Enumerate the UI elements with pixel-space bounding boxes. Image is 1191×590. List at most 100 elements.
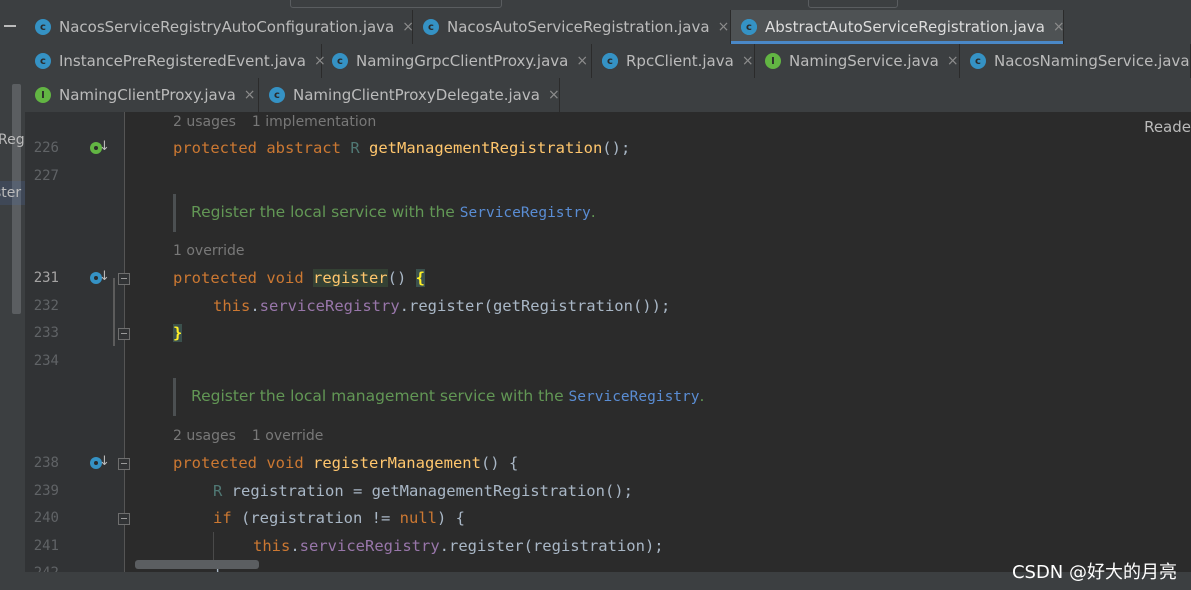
implementation-hint[interactable]: 1 implementation [252, 114, 376, 130]
code-line-239: 239 R registration = getManagementRegist… [25, 477, 1191, 505]
interface-icon: I [765, 53, 781, 69]
tab-label: NamingClientProxyDelegate.java [293, 86, 540, 104]
type-param: R [213, 482, 223, 500]
class-icon: c [332, 53, 348, 69]
doc-comment[interactable]: Register the local management service wi… [191, 385, 704, 408]
toolbar-combo[interactable] [290, 0, 502, 8]
overridden-method-gutter-icon[interactable]: ↓ [89, 269, 110, 287]
overridden-method-gutter-icon[interactable]: ↓ [89, 454, 110, 472]
tab-nacos-service-registry-auto-configuration[interactable]: c NacosServiceRegistryAutoConfiguration.… [25, 10, 414, 44]
arrow-down-icon: ↓ [99, 269, 110, 284]
type-param: R [350, 139, 360, 157]
class-icon: c [269, 87, 285, 103]
editor-tab-bar: c NacosServiceRegistryAutoConfiguration.… [25, 10, 1191, 112]
line-number: 226 [33, 140, 59, 156]
code-line-226: 226 ↓ protected abstract R getManagement… [25, 134, 1191, 162]
keyword: this [253, 537, 291, 555]
close-icon[interactable]: × [947, 53, 959, 69]
override-hint[interactable]: 1 override [173, 243, 244, 259]
minimize-icon[interactable] [4, 25, 16, 27]
indent-guide [213, 532, 214, 560]
code-text: R registration = getManagementRegistrati… [213, 477, 633, 505]
usages-hint[interactable]: 2 usages [173, 114, 236, 130]
tab-label: NamingClientProxy.java [59, 86, 236, 104]
tab-label: AbstractAutoServiceRegistration.java [765, 18, 1045, 36]
inlay-hint[interactable]: 2 usages 1 implementation [173, 112, 376, 132]
doc-comment[interactable]: Register the local service with the Serv… [191, 201, 596, 224]
top-toolbar-strip [0, 0, 1191, 10]
doc-link[interactable]: ServiceRegistry [460, 205, 591, 221]
tab-label: NacosServiceRegistryAutoConfiguration.ja… [59, 18, 395, 36]
tab-nacos-auto-service-registration[interactable]: c NacosAutoServiceRegistration.java × [413, 10, 731, 44]
punctuation: () [387, 269, 416, 287]
code-editor[interactable]: Reade 2 usages 1 implementation 226 ↓ pro… [25, 112, 1191, 572]
keyword: protected abstract [173, 139, 351, 157]
line-number: 242 [25, 559, 59, 572]
condition: (registration != [231, 509, 400, 527]
sidebar-selected-item[interactable]: ster [0, 181, 25, 205]
fold-toggle-icon[interactable] [118, 513, 130, 525]
usages-hint[interactable]: 2 usages [173, 428, 236, 444]
arrow-down-icon: ↓ [99, 139, 110, 154]
method-name: getManagementRegistration [369, 139, 603, 157]
field-name: serviceRegistry [299, 537, 440, 555]
keyword: this [213, 297, 251, 315]
fold-toggle-icon[interactable] [118, 328, 130, 340]
close-icon[interactable]: × [576, 53, 588, 69]
tab-naming-grpc-client-proxy[interactable]: c NamingGrpcClientProxy.java × [322, 44, 592, 78]
doc-text-end: . [699, 387, 705, 405]
doc-comment-bar [173, 378, 176, 416]
tab-label: NamingGrpcClientProxy.java [356, 52, 569, 70]
tab-rpc-client[interactable]: c RpcClient.java × [592, 44, 755, 78]
tab-naming-service[interactable]: I NamingService.java × [755, 44, 960, 78]
code-text: protected void register() { [173, 264, 425, 292]
horizontal-scrollbar[interactable] [135, 560, 259, 569]
inlay-hint[interactable]: 1 override [173, 241, 244, 261]
doc-text: Register the local service with the [191, 203, 460, 221]
tab-instance-pre-registered-event[interactable]: c InstancePreRegisteredEvent.java × [25, 44, 326, 78]
doc-text: Register the local management service wi… [191, 387, 569, 405]
code-line-232: 232 this.serviceRegistry.register(getReg… [25, 292, 1191, 320]
tab-naming-client-proxy[interactable]: I NamingClientProxy.java × [25, 78, 259, 112]
method-call: .register(registration); [439, 537, 664, 555]
line-number: 227 [33, 168, 59, 184]
keyword: protected void [173, 454, 313, 472]
code-text: } [173, 319, 183, 347]
tab-label: NacosAutoServiceRegistration.java [447, 18, 710, 36]
fold-toggle-icon[interactable] [118, 273, 130, 285]
class-icon: c [35, 19, 51, 35]
implemented-method-gutter-icon[interactable]: ↓ [89, 139, 110, 157]
tab-nacos-naming-service[interactable]: c NacosNamingService.java [960, 44, 1191, 78]
tab-abstract-auto-service-registration[interactable]: c AbstractAutoServiceRegistration.java × [731, 10, 1065, 44]
inlay-hint[interactable]: 2 usages 1 override [173, 426, 323, 446]
code-line-240: 240 if (registration != null) { [25, 504, 1191, 532]
override-hint[interactable]: 1 override [252, 428, 323, 444]
field-name: serviceRegistry [259, 297, 400, 315]
code-text: this.serviceRegistry.register(registrati… [253, 532, 664, 560]
toolbar-field[interactable] [808, 0, 898, 8]
doc-link[interactable]: ServiceRegistry [569, 389, 700, 405]
close-icon[interactable]: × [548, 87, 560, 103]
code-text: this.serviceRegistry.register(getRegistr… [213, 292, 670, 320]
tab-naming-client-proxy-delegate[interactable]: c NamingClientProxyDelegate.java × [259, 78, 560, 112]
close-icon[interactable]: × [244, 87, 256, 103]
line-number: 232 [33, 298, 59, 314]
tab-label: NacosNamingService.java [994, 52, 1190, 70]
line-number: 234 [33, 353, 59, 369]
punctuation: () { [480, 454, 519, 472]
line-number: 241 [33, 538, 59, 554]
sidebar-partial-label: Regi [0, 132, 25, 148]
fold-toggle-icon[interactable] [118, 458, 130, 470]
punctuation: . [250, 297, 260, 315]
tab-label: RpcClient.java [626, 52, 734, 70]
line-number: 233 [33, 325, 59, 341]
class-icon: c [423, 19, 439, 35]
keyword: protected void [173, 269, 313, 287]
code-text: if (registration != null) { [213, 504, 465, 532]
doc-comment-bar [173, 194, 176, 232]
close-icon[interactable]: × [742, 53, 754, 69]
close-icon[interactable]: × [718, 19, 730, 35]
method-name: registerManagement [312, 454, 481, 472]
close-icon[interactable]: × [1053, 19, 1065, 35]
statement: registration = getManagementRegistration… [222, 482, 633, 500]
